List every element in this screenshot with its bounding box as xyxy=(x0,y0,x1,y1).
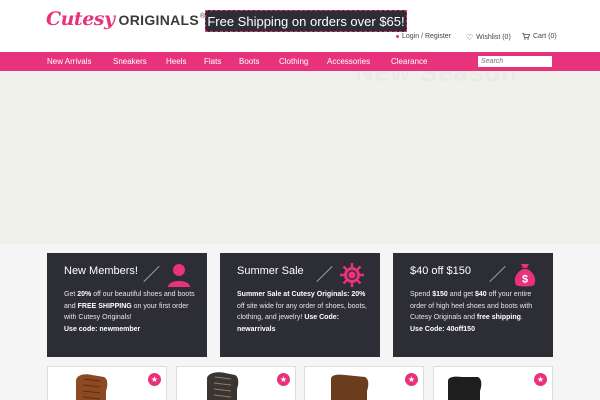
nav-item-heels[interactable]: Heels xyxy=(166,52,186,71)
search-input[interactable] xyxy=(478,56,552,67)
card-title: New Members! xyxy=(64,265,138,277)
hero-text: New Season xyxy=(355,71,519,87)
star-icon[interactable]: ★ xyxy=(405,373,418,386)
main-nav: New Arrivals Sneakers Heels Flats Boots … xyxy=(0,52,600,71)
cart-icon xyxy=(522,33,530,40)
card-body: Get 20% off our beautiful shoes and boot… xyxy=(64,291,195,333)
promo-card-40-off-150[interactable]: $40 off $150 $ Spend $150 and get $40 of… xyxy=(393,253,553,357)
card-title: $40 off $150 xyxy=(410,265,471,277)
card-title: Summer Sale xyxy=(237,265,304,277)
divider-slash xyxy=(143,265,160,283)
nav-item-boots[interactable]: Boots xyxy=(239,52,259,71)
nav-item-new-arrivals[interactable]: New Arrivals xyxy=(47,52,91,71)
nav-item-clothing[interactable]: Clothing xyxy=(279,52,308,71)
cart-link[interactable]: Cart (0) xyxy=(522,33,557,40)
cart-label: Cart (0) xyxy=(533,33,557,40)
product-tile[interactable]: ★ xyxy=(304,366,424,400)
promo-card-new-members[interactable]: New Members! Get 20% off our beautiful s… xyxy=(47,253,207,357)
promo-card-summer-sale[interactable]: Summer Sale Summer Sale at Cutesy Origin… xyxy=(220,253,380,357)
money-bag-icon: $ xyxy=(514,264,536,287)
nav-item-flats[interactable]: Flats xyxy=(204,52,221,71)
star-icon[interactable]: ★ xyxy=(534,373,547,386)
free-shipping-banner: Free Shipping on orders over $65! xyxy=(205,10,407,32)
svg-text:$: $ xyxy=(522,274,528,286)
divider-slash xyxy=(489,265,506,283)
nav-item-clearance[interactable]: Clearance xyxy=(391,52,427,71)
heart-icon: ♡ xyxy=(466,33,474,42)
product-tile[interactable]: ★ xyxy=(433,366,553,400)
nav-item-sneakers[interactable]: Sneakers xyxy=(113,52,147,71)
logo-originals: ORIGINALS xyxy=(118,12,200,28)
login-register-label: Login / Register xyxy=(402,33,452,40)
login-register-link[interactable]: Login / Register xyxy=(396,33,451,40)
person-icon xyxy=(168,264,190,287)
site-header: Cutesy ORIGINALS ® Free Shipping on orde… xyxy=(0,0,600,52)
product-tile[interactable]: ★ xyxy=(47,366,167,400)
card-body: Summer Sale at Cutesy Originals: 20% off… xyxy=(237,291,367,333)
divider-slash xyxy=(316,265,333,283)
sun-icon xyxy=(340,263,364,287)
site-logo[interactable]: Cutesy ORIGINALS ® xyxy=(46,8,205,32)
wishlist-link[interactable]: ♡ Wishlist (0) xyxy=(466,33,511,42)
product-tile[interactable]: ★ xyxy=(176,366,296,400)
card-code: Use Code: 40off150 xyxy=(410,325,475,333)
logo-cutesy: Cutesy xyxy=(46,8,115,30)
card-body: Spend $150 and get $40 off your entire o… xyxy=(410,291,533,333)
wishlist-label: Wishlist (0) xyxy=(476,34,511,41)
star-icon[interactable]: ★ xyxy=(277,373,290,386)
star-icon[interactable]: ★ xyxy=(148,373,161,386)
user-dot-icon xyxy=(396,35,399,38)
hero-banner[interactable]: New Season xyxy=(0,71,600,244)
nav-item-accessories[interactable]: Accessories xyxy=(327,52,370,71)
card-code: Use code: newmember xyxy=(64,325,141,333)
